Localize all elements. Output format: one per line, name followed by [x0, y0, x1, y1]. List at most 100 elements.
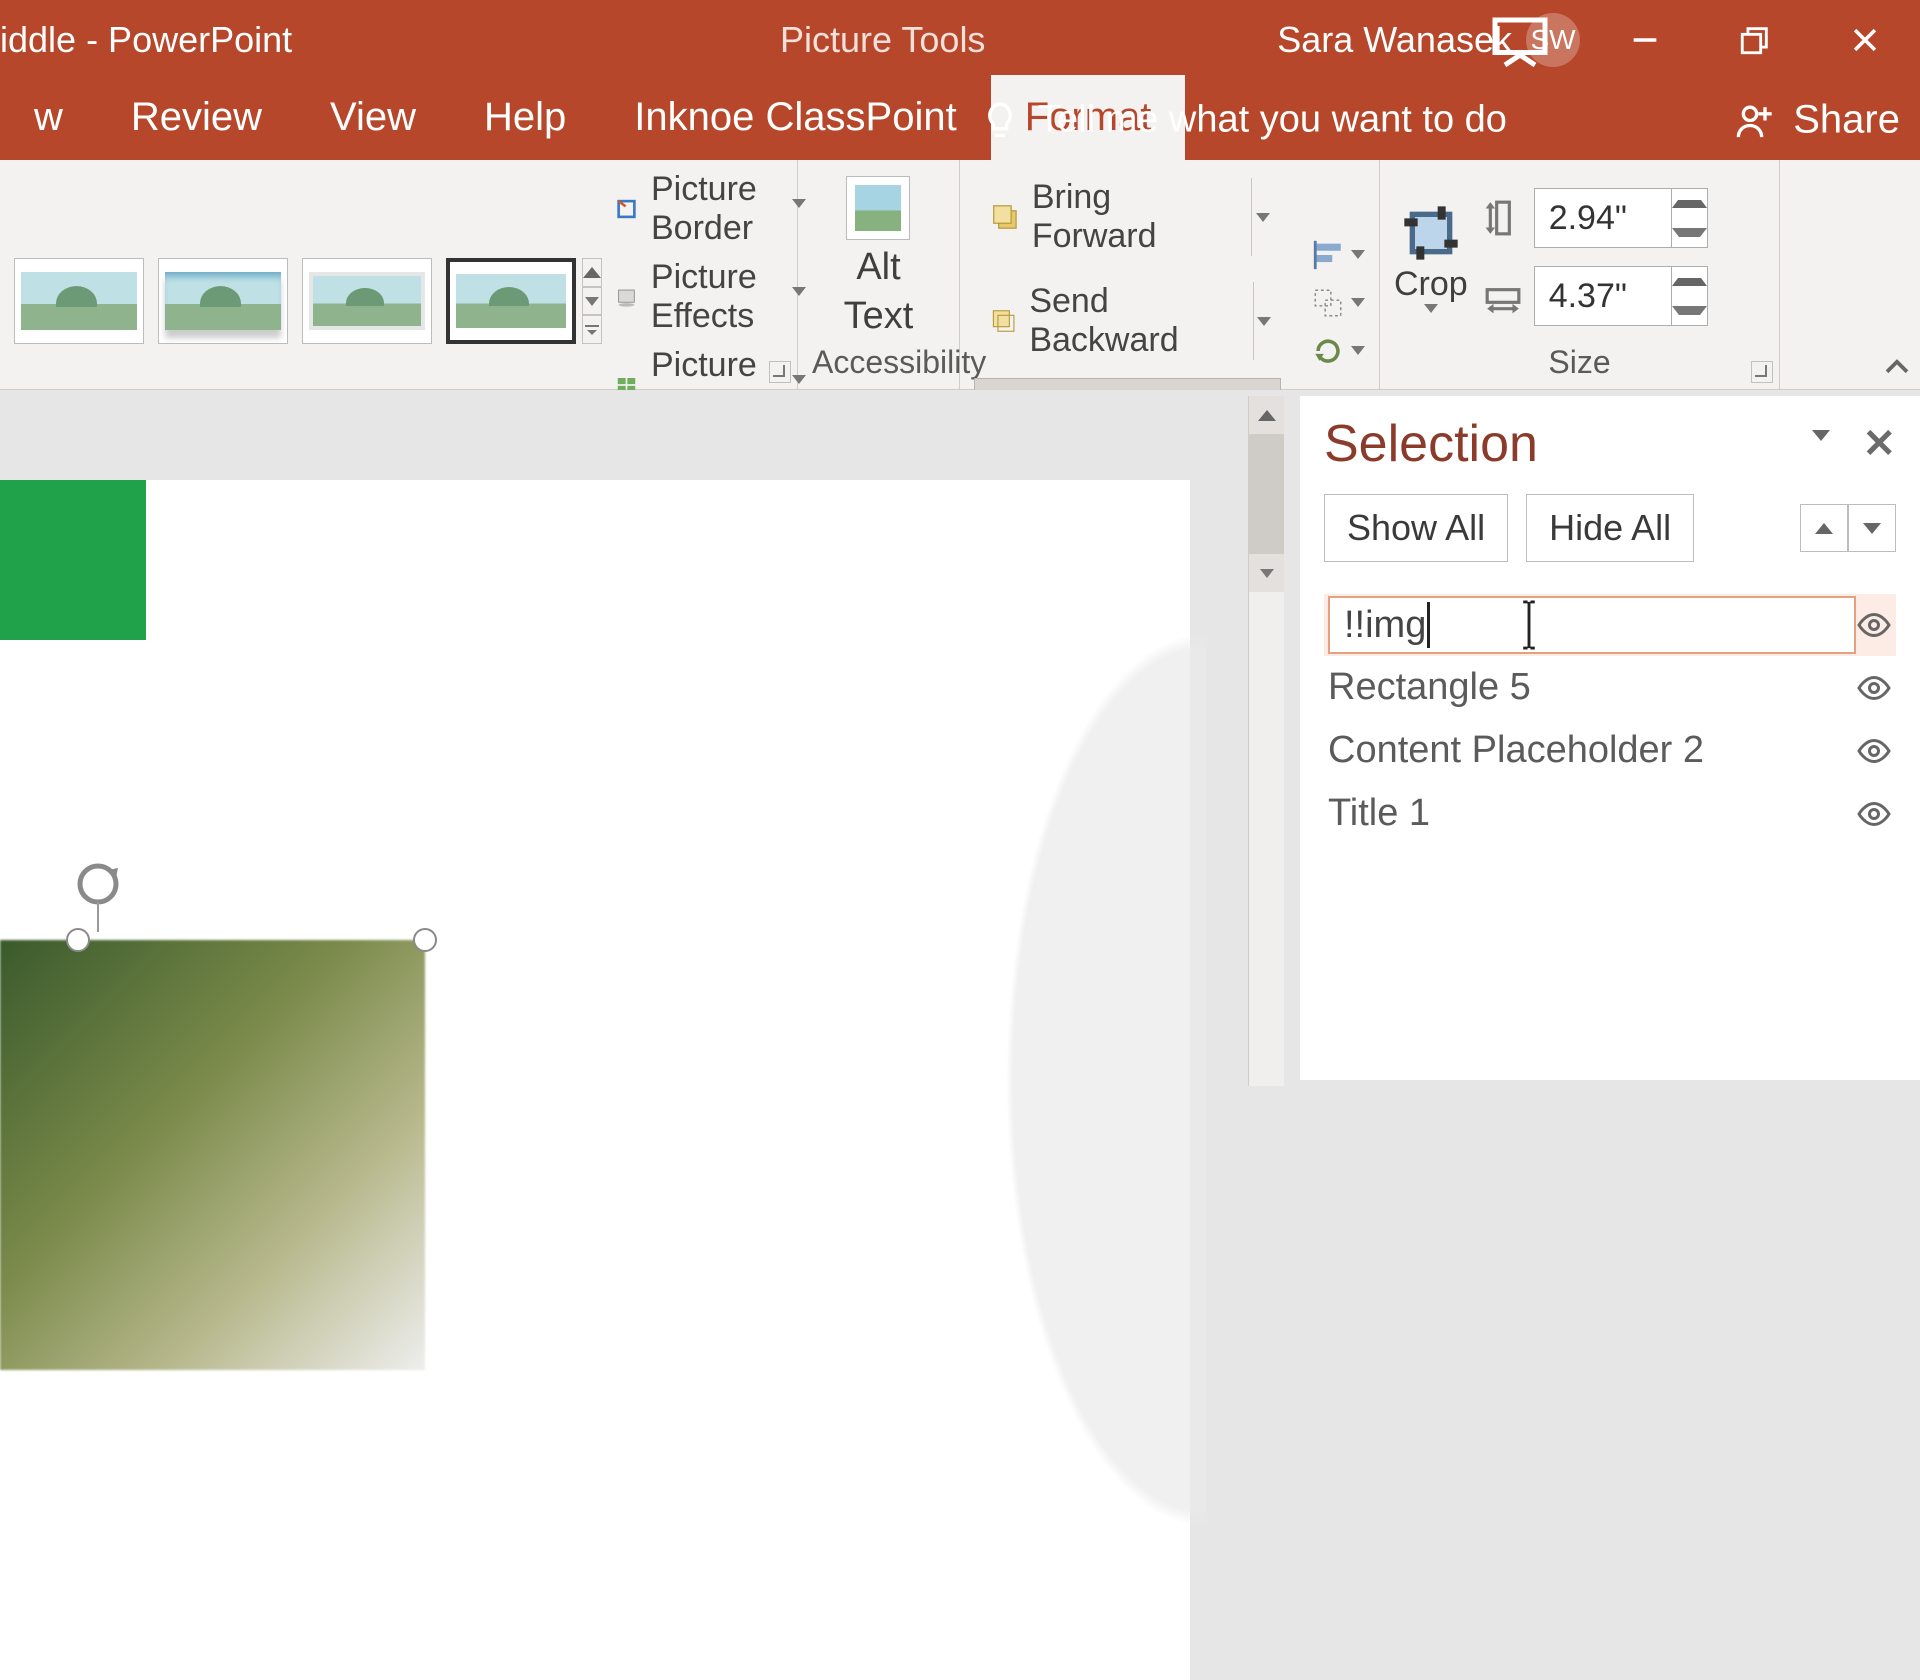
gallery-scroll-down[interactable] [582, 287, 602, 316]
item-label: Rectangle 5 [1328, 666, 1531, 709]
bring-forward-button[interactable]: Bring Forward [974, 170, 1291, 264]
lightbulb-icon [980, 100, 1020, 140]
dropdown-icon[interactable] [1251, 178, 1275, 256]
picture-effects-button[interactable]: Picture Effects [616, 258, 806, 336]
spinner-down[interactable] [1672, 218, 1707, 247]
dropdown-icon[interactable] [1253, 282, 1275, 360]
tell-me-search[interactable]: Tell me what you want to do [980, 99, 1507, 142]
tell-me-placeholder: Tell me what you want to do [1038, 99, 1507, 142]
document-title: iddle - PowerPoint [0, 19, 292, 61]
rotate-icon [1311, 334, 1345, 368]
ribbon-display-options[interactable] [1490, 10, 1550, 70]
picture-style-1[interactable] [14, 258, 144, 344]
reorder-up-button[interactable] [1800, 504, 1848, 552]
resize-handle[interactable] [66, 928, 90, 952]
user-name: Sara Wanasek [1277, 19, 1512, 61]
gallery-scroll [582, 258, 602, 344]
size-dialog-launcher[interactable] [1751, 361, 1773, 383]
rotate-button[interactable] [1311, 334, 1365, 368]
crop-icon [1399, 201, 1463, 265]
ribbon-tabs: w Review View Help Inknoe ClassPoint For… [0, 80, 1920, 160]
picture-content [0, 940, 425, 1370]
pane-title: Selection [1324, 414, 1538, 474]
tab-help[interactable]: Help [450, 75, 600, 160]
picture-style-4-selected[interactable] [446, 258, 576, 344]
minimize-button[interactable] [1590, 0, 1700, 80]
share-label: Share [1793, 98, 1900, 143]
bring-forward-label: Bring Forward [1032, 178, 1231, 256]
rotate-handle-icon[interactable] [74, 860, 122, 908]
bring-forward-icon [990, 201, 1020, 233]
scroll-up[interactable] [1249, 396, 1284, 434]
tab-review[interactable]: Review [97, 75, 296, 160]
resize-handle[interactable] [413, 928, 437, 952]
picture-style-3[interactable] [302, 258, 432, 344]
reorder-down-button[interactable] [1848, 504, 1896, 552]
share-button[interactable]: Share [1735, 98, 1900, 143]
pane-close-button[interactable]: ✕ [1862, 421, 1896, 467]
picture-effects-label: Picture Effects [651, 258, 778, 336]
rotate-connector [97, 902, 99, 932]
restore-button[interactable] [1700, 0, 1810, 80]
rename-input[interactable]: !!img [1328, 596, 1856, 654]
gallery-scroll-up[interactable] [582, 258, 602, 287]
group-arrange: Bring Forward Send Backward Selection Pa… [960, 160, 1380, 389]
selection-pane: Selection ✕ Show All Hide All !!img Rect… [1300, 396, 1920, 1080]
spinner-up[interactable] [1672, 189, 1707, 218]
visibility-toggle-icon[interactable] [1856, 733, 1892, 769]
group-objects-button[interactable] [1311, 286, 1365, 320]
pane-options-dropdown[interactable] [1812, 430, 1840, 458]
collapse-ribbon-button[interactable] [1882, 353, 1912, 383]
dropdown-icon [1351, 250, 1365, 259]
alt-text-icon [846, 176, 910, 240]
group-label: Accessibility [812, 344, 945, 385]
visibility-toggle-icon[interactable] [1856, 670, 1892, 706]
hide-all-button[interactable]: Hide All [1526, 494, 1694, 562]
align-button[interactable] [1311, 238, 1365, 272]
tab-partial[interactable]: w [0, 75, 97, 160]
text-caret [1427, 602, 1430, 648]
height-icon [1484, 199, 1522, 237]
spinner-up[interactable] [1672, 267, 1707, 296]
share-icon [1735, 100, 1775, 140]
send-backward-button[interactable]: Send Backward [974, 274, 1291, 368]
picture-styles-gallery[interactable] [14, 258, 576, 344]
show-all-button[interactable]: Show All [1324, 494, 1508, 562]
picture-border-button[interactable]: Picture Border [616, 170, 806, 248]
visibility-toggle-icon[interactable] [1856, 796, 1892, 832]
align-icon [1311, 238, 1345, 272]
picture-format-buttons: Picture Border Picture Effects Picture L… [616, 170, 806, 424]
selected-picture[interactable] [0, 864, 425, 1370]
send-backward-icon [990, 305, 1017, 337]
scroll-down[interactable] [1249, 554, 1284, 592]
alt-text-label-2: Text [844, 295, 914, 338]
close-button[interactable] [1810, 0, 1920, 80]
gallery-more[interactable] [582, 315, 602, 344]
picture-border-label: Picture Border [651, 170, 778, 248]
dropdown-icon [1351, 298, 1365, 307]
window-controls [1590, 0, 1920, 80]
picture-styles-dialog-launcher[interactable] [769, 361, 791, 383]
width-input[interactable]: 4.37" [1534, 266, 1708, 326]
selection-item-editing[interactable]: !!img [1324, 594, 1896, 656]
ribbon: Picture Border Picture Effects Picture L… [0, 160, 1920, 390]
selection-item[interactable]: Rectangle 5 [1324, 656, 1896, 719]
tab-view[interactable]: View [296, 75, 450, 160]
picture-style-2[interactable] [158, 258, 288, 344]
group-icon [1311, 286, 1345, 320]
spinner-down[interactable] [1672, 296, 1707, 325]
selection-item[interactable]: Content Placeholder 2 [1324, 719, 1896, 782]
selection-item[interactable]: Title 1 [1324, 782, 1896, 845]
width-value: 4.37" [1535, 277, 1671, 316]
group-size: Crop 2.94" 4.37" [1380, 160, 1780, 389]
rename-value: !!img [1344, 604, 1426, 647]
shape-rectangle[interactable] [0, 480, 146, 640]
scroll-thumb[interactable] [1249, 434, 1284, 554]
tab-inknoe-classpoint[interactable]: Inknoe ClassPoint [600, 75, 990, 160]
height-input[interactable]: 2.94" [1534, 188, 1708, 248]
vertical-scrollbar[interactable] [1248, 396, 1284, 1086]
alt-text-button[interactable]: Alt Text [844, 176, 914, 338]
slide-decor [976, 480, 1206, 1680]
crop-button[interactable]: Crop [1394, 201, 1468, 313]
visibility-toggle-icon[interactable] [1856, 607, 1892, 643]
